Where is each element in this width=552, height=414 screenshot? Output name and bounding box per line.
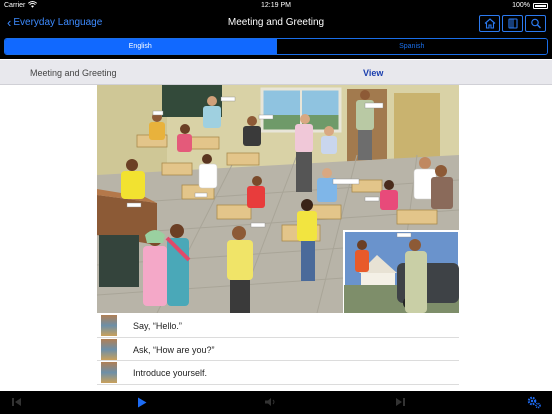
- home-icon: [484, 18, 495, 29]
- app-window: Carrier 12:19 PM 100% ‹ Everyday Languag…: [0, 0, 552, 414]
- list-item[interactable]: Introduce yourself.: [97, 361, 459, 385]
- list-item[interactable]: Say, “Hello.”: [97, 314, 459, 338]
- rewind-button[interactable]: [8, 395, 24, 409]
- status-time: 12:19 PM: [261, 2, 291, 9]
- phrase-text: Say, “Hello.”: [133, 321, 182, 331]
- back-button[interactable]: ‹ Everyday Language: [7, 14, 103, 30]
- search-icon: [530, 18, 541, 29]
- scene-illustration[interactable]: [97, 85, 459, 313]
- view-button[interactable]: View: [363, 68, 383, 78]
- phrase-thumbnail: [101, 315, 117, 336]
- settings-icon: [527, 396, 541, 409]
- segment-spanish[interactable]: Spanish: [275, 39, 547, 54]
- search-button[interactable]: [525, 15, 546, 32]
- chevron-left-icon: ‹: [7, 14, 12, 30]
- language-segmented-control: English Spanish: [4, 38, 548, 55]
- language-segment-bar: English Spanish: [0, 35, 552, 59]
- play-icon: [138, 397, 147, 407]
- back-button-label: Everyday Language: [13, 17, 103, 28]
- phrase-thumbnail: [101, 362, 117, 383]
- rewind-icon: [12, 398, 21, 406]
- phrase-text: Ask, “How are you?”: [133, 344, 215, 355]
- phrase-text: Introduce yourself.: [133, 368, 208, 378]
- play-button[interactable]: [134, 395, 150, 409]
- book-button[interactable]: [502, 15, 523, 32]
- settings-button[interactable]: [526, 395, 542, 409]
- battery-percent: 100%: [512, 2, 530, 9]
- fast-forward-button[interactable]: [393, 395, 409, 409]
- section-title: Meeting and Greeting: [30, 68, 117, 78]
- nav-icon-group: [479, 15, 546, 32]
- volume-button[interactable]: [263, 395, 279, 409]
- navigation-bar: ‹ Everyday Language Meeting and Greeting: [0, 12, 552, 35]
- fast-forward-icon: [396, 398, 405, 406]
- status-bar: Carrier 12:19 PM 100%: [0, 0, 552, 12]
- list-item[interactable]: Ask, “How are you?”: [97, 338, 459, 361]
- book-icon: [507, 18, 518, 29]
- phrase-list: Say, “Hello.” Ask, “How are you?” Introd…: [97, 314, 459, 385]
- section-header: Meeting and Greeting View: [0, 60, 552, 85]
- bottom-toolbar: [0, 391, 552, 414]
- phrase-thumbnail: [101, 338, 117, 360]
- segment-english[interactable]: English: [5, 39, 276, 54]
- battery-icon: [533, 3, 548, 9]
- home-button[interactable]: [479, 15, 500, 32]
- volume-icon: [265, 398, 275, 406]
